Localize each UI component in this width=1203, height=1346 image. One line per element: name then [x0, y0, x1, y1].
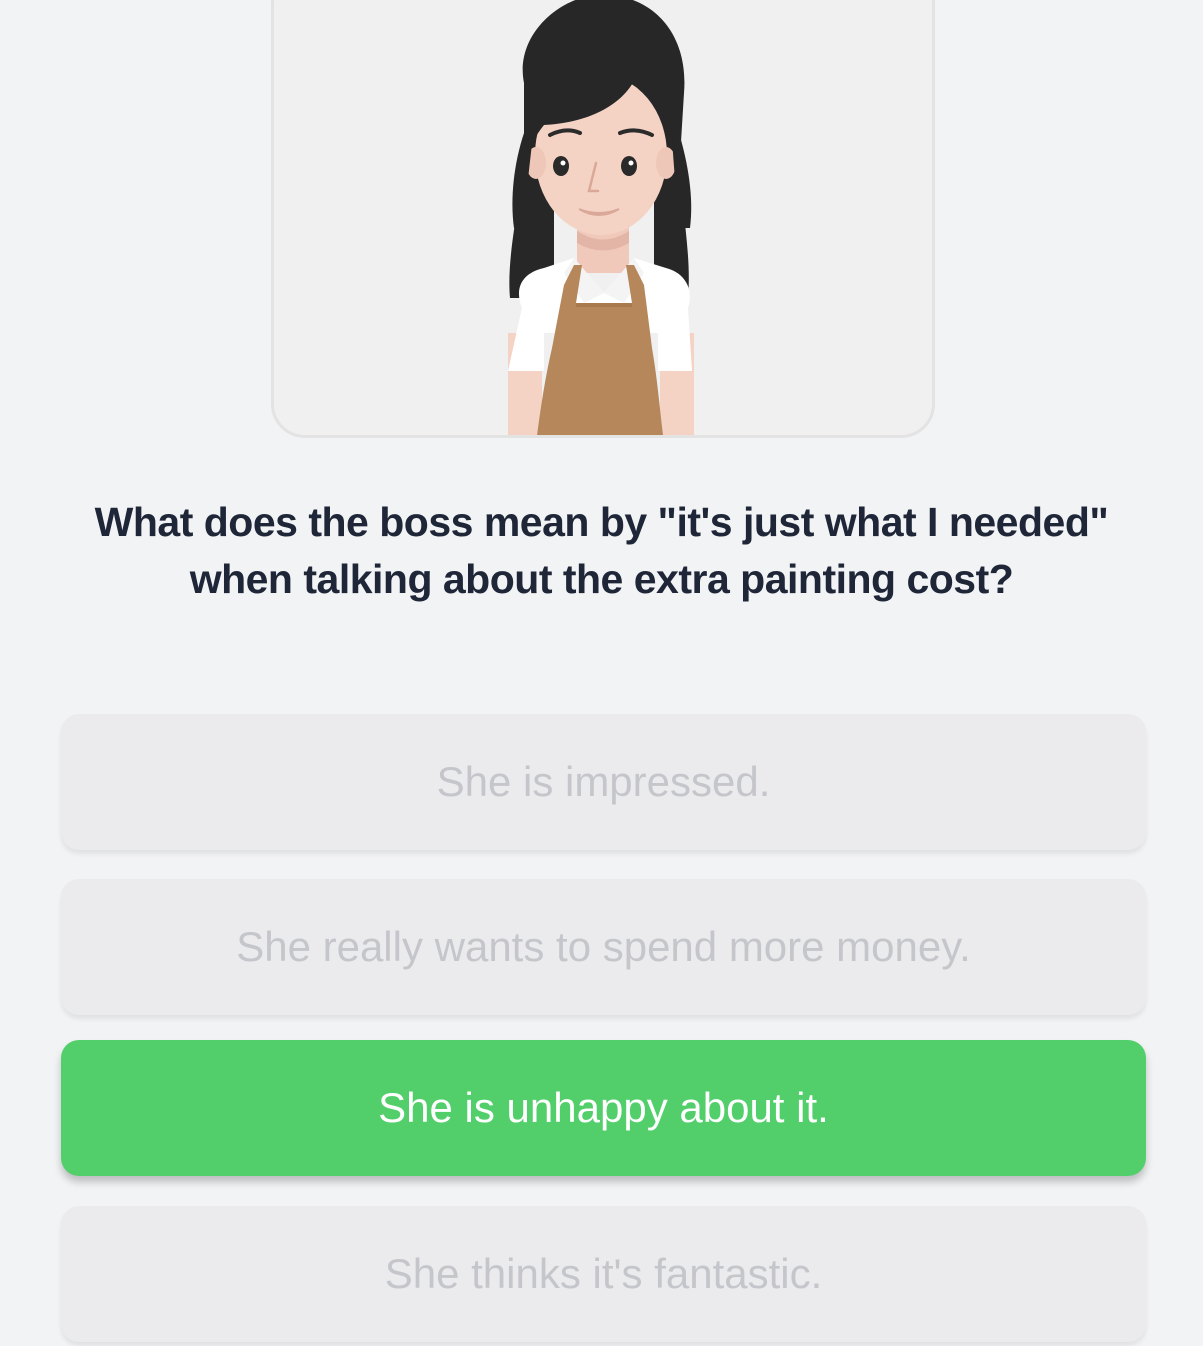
answer-option-4[interactable]: She thinks it's fantastic. — [61, 1206, 1146, 1342]
question-text: What does the boss mean by "it's just wh… — [94, 499, 1109, 602]
answer-option-2[interactable]: She really wants to spend more money. — [61, 879, 1146, 1015]
character-card — [271, 0, 935, 438]
woman-barista-avatar-icon — [508, 0, 694, 435]
answer-option-3-selected[interactable]: She is unhappy about it. — [61, 1040, 1146, 1176]
answer-option-1[interactable]: She is impressed. — [61, 714, 1146, 850]
